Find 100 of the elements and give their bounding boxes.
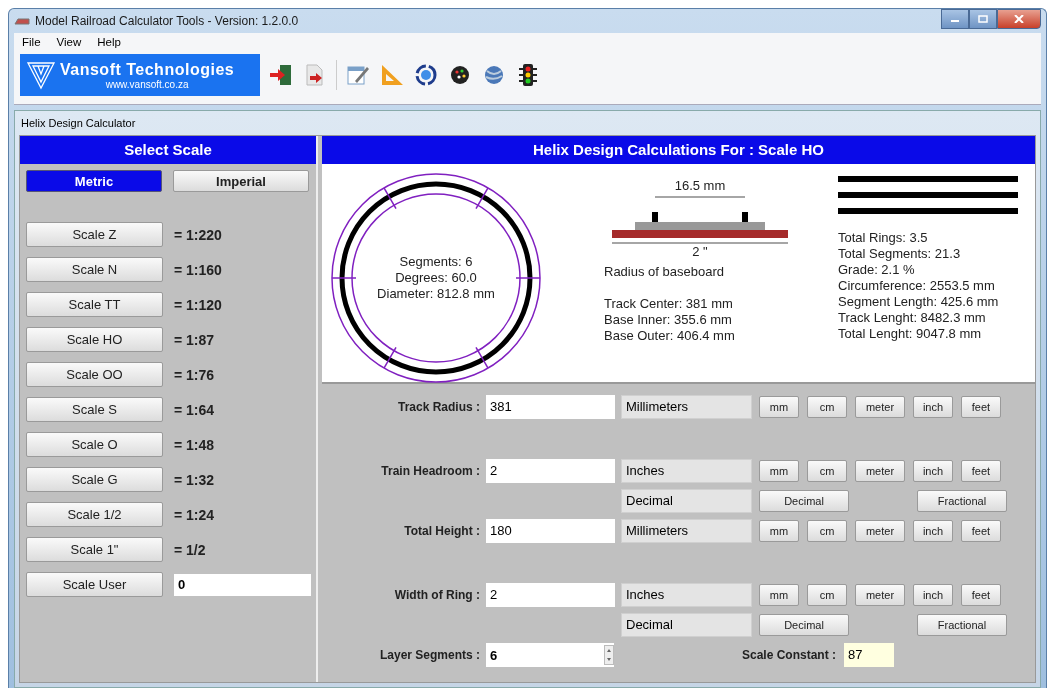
logo-icon	[26, 60, 56, 90]
scale-ratio: = 1:64	[174, 401, 215, 418]
unit-button[interactable]: mm	[759, 460, 799, 482]
total-info-text: Total Segments: 21.3	[838, 246, 962, 262]
field-label: Train Headroom :	[380, 464, 481, 478]
base-info-text: Base Inner: 355.6 mm	[604, 312, 733, 328]
menu-item[interactable]: File	[22, 35, 41, 49]
minimize-button[interactable]	[941, 9, 969, 29]
user-scale-field[interactable]: 0	[174, 573, 311, 596]
scale-button[interactable]: Scale G	[26, 467, 163, 492]
total-info-text: Segment Length: 425.6 mm	[838, 294, 1000, 310]
logo-title: Vansoft Technologies	[60, 60, 235, 79]
scale-button[interactable]: Scale N	[26, 257, 163, 282]
scale-button[interactable]: Scale HO	[26, 327, 163, 352]
value-field[interactable]: 381	[486, 395, 615, 419]
total-info-text: Circumference: 2553.5 mm	[838, 278, 996, 294]
scale-button[interactable]: Scale OO	[26, 362, 163, 387]
total-info-text: Total Rings: 3.5	[838, 230, 929, 246]
menu-item[interactable]: Help	[97, 35, 121, 49]
unit-button[interactable]: inch	[913, 520, 953, 542]
unit-display: Millimeters	[621, 395, 752, 419]
maximize-button[interactable]	[969, 9, 997, 29]
ring-info-text: Degrees: 60.0	[395, 270, 477, 286]
total-info-text: Grade: 2.1 %	[838, 262, 916, 278]
base-info-text: Base Outer: 406.4 mm	[604, 328, 735, 344]
close-button[interactable]	[997, 9, 1041, 29]
unit-button[interactable]: inch	[913, 396, 953, 418]
format-button[interactable]: Decimal	[759, 490, 849, 512]
scale-ratio: = 1/2	[174, 541, 206, 558]
menu-item[interactable]: View	[56, 35, 82, 49]
unit-button[interactable]: cm	[807, 396, 847, 418]
scale-button[interactable]: Scale TT	[26, 292, 163, 317]
unit-button[interactable]: mm	[759, 520, 799, 542]
scale-button[interactable]: Scale 1/2	[26, 502, 163, 527]
format-button[interactable]: Decimal	[759, 614, 849, 636]
field-label: Track Radius :	[396, 400, 481, 414]
scale-ratio: = 1:24	[174, 506, 215, 523]
field-label: Scale Constant :	[740, 648, 837, 662]
unit-button[interactable]: cm	[807, 584, 847, 606]
field-label: Width of Ring :	[393, 588, 481, 602]
close-icon	[1014, 15, 1024, 23]
unit-button[interactable]: feet	[961, 396, 1001, 418]
unit-button[interactable]: meter	[855, 396, 905, 418]
format-display: Decimal	[621, 613, 752, 637]
unit-button[interactable]: meter	[855, 520, 905, 542]
value-field[interactable]: 180	[486, 519, 615, 543]
scale-button[interactable]: Scale S	[26, 397, 163, 422]
scale-ratio: = 1:120	[174, 296, 222, 313]
notepad-pencil-icon[interactable]	[345, 63, 371, 87]
unit-button[interactable]: inch	[913, 584, 953, 606]
base-info-text: Track Center: 381 mm	[604, 296, 734, 312]
unit-button[interactable]: cm	[807, 520, 847, 542]
panel-header: Select Scale	[20, 136, 316, 164]
scale-button[interactable]: Scale O	[26, 432, 163, 457]
exit-door-icon[interactable]	[268, 63, 294, 87]
scale-ratio: = 1:160	[174, 261, 222, 278]
window-title: Model Railroad Calculator Tools - Version: 1.2.0.0	[35, 14, 299, 28]
scale-ratio: = 1:220	[174, 226, 222, 243]
unit-button[interactable]: inch	[913, 460, 953, 482]
scale-button[interactable]: Scale Z	[26, 222, 163, 247]
scale-ratio: = 1:48	[174, 436, 215, 453]
unit-display: Inches	[621, 583, 752, 607]
ring-info-text: Segments: 6	[399, 254, 473, 270]
logo-url: www.vansoft.co.za	[105, 78, 189, 90]
unit-button[interactable]: meter	[855, 460, 905, 482]
layer-segments-spinner[interactable]: 6	[486, 643, 614, 667]
total-info-text: Track Lenght: 8482.3 mm	[838, 310, 987, 326]
track-gauge-label: 16.5 mm	[674, 178, 726, 194]
value-field[interactable]: 2	[486, 459, 615, 483]
unit-button[interactable]: cm	[807, 460, 847, 482]
unit-display: Inches	[621, 459, 752, 483]
field-label: Total Height :	[403, 524, 481, 538]
value-field[interactable]: 2	[486, 583, 615, 607]
total-info-text: Total Lenght: 9047.8 mm	[838, 326, 983, 342]
scale-ratio: = 1:87	[174, 331, 215, 348]
unit-button[interactable]: feet	[961, 520, 1001, 542]
headroom-label: 2 "	[692, 244, 708, 260]
panel-title: Helix Design Calculator	[20, 116, 137, 131]
unit-button[interactable]: meter	[855, 584, 905, 606]
unit-display: Millimeters	[621, 519, 752, 543]
scale-button[interactable]: Scale 1"	[26, 537, 163, 562]
unit-system-toggle[interactable]: Imperial	[173, 170, 309, 192]
refresh-icon[interactable]	[413, 63, 439, 87]
format-button[interactable]: Fractional	[917, 490, 1007, 512]
unit-system-toggle[interactable]: Metric	[26, 170, 162, 192]
format-display: Decimal	[621, 489, 752, 513]
maximize-icon	[978, 15, 988, 23]
format-button[interactable]: Fractional	[917, 614, 1007, 636]
spinner-arrows-icon	[604, 645, 614, 665]
baseboard-caption: Radius of baseboard	[604, 264, 724, 280]
scale-button[interactable]: Scale User	[26, 572, 163, 597]
unit-button[interactable]: mm	[759, 396, 799, 418]
scale-ratio: = 1:76	[174, 366, 215, 383]
unit-button[interactable]: mm	[759, 584, 799, 606]
scale-ratio: = 1:32	[174, 471, 215, 488]
unit-button[interactable]: feet	[961, 584, 1001, 606]
scale-constant-field[interactable]: 87	[844, 643, 894, 667]
field-label: Layer Segments :	[378, 648, 481, 662]
unit-button[interactable]: feet	[961, 460, 1001, 482]
ring-info-text: Diameter: 812.8 mm	[377, 286, 495, 302]
